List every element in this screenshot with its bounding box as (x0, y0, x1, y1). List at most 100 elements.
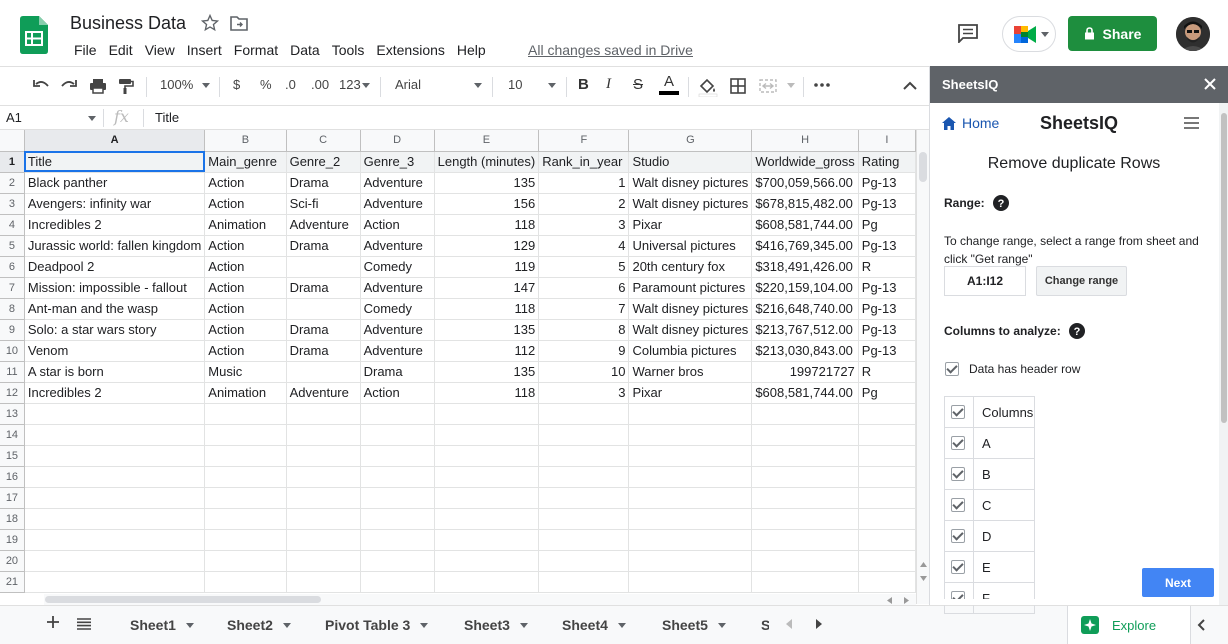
row-header[interactable]: 16 (0, 466, 25, 488)
column-header[interactable]: F (538, 130, 630, 152)
row-header[interactable]: 5 (0, 235, 25, 257)
cell[interactable]: 118 (434, 214, 540, 236)
vertical-scrollbar[interactable] (916, 130, 929, 604)
cell[interactable]: Drama (286, 172, 361, 194)
cell[interactable]: 199721727 (751, 361, 859, 383)
percent-format-button[interactable]: % (260, 77, 272, 92)
row-header[interactable]: 8 (0, 298, 25, 320)
comment-history-icon[interactable] (957, 23, 979, 43)
cell[interactable] (628, 508, 753, 530)
name-box[interactable]: A1 (6, 110, 96, 125)
cell[interactable]: 135 (434, 319, 540, 341)
cell[interactable] (24, 571, 206, 593)
zoom-select[interactable]: 100% (160, 77, 193, 92)
change-range-button[interactable]: Change range (1036, 266, 1127, 296)
row-header[interactable]: 9 (0, 319, 25, 341)
cell[interactable]: Animation (204, 382, 287, 404)
cell[interactable] (434, 403, 540, 425)
cell[interactable] (434, 550, 540, 572)
cell[interactable]: Mission: impossible - fallout (24, 277, 206, 299)
row-header[interactable]: 17 (0, 487, 25, 509)
cell[interactable]: 112 (434, 340, 540, 362)
undo-icon[interactable] (32, 77, 50, 95)
cell[interactable]: Pg-13 (858, 235, 916, 257)
strikethrough-button[interactable]: S (633, 76, 643, 93)
column-header[interactable]: C (286, 130, 361, 152)
cell[interactable]: 156 (434, 193, 540, 215)
cell[interactable]: Warner bros (628, 361, 753, 383)
column-checkbox[interactable] (951, 529, 965, 543)
cell[interactable] (628, 529, 753, 551)
cell[interactable] (204, 550, 287, 572)
row-header[interactable]: 7 (0, 277, 25, 299)
cell[interactable] (858, 550, 916, 572)
row-header[interactable]: 4 (0, 214, 25, 236)
sheet-tab[interactable]: Sheet5 (662, 617, 726, 633)
cell[interactable] (858, 424, 916, 446)
save-status[interactable]: All changes saved in Drive (528, 42, 693, 58)
cell[interactable]: Pg (858, 382, 916, 404)
cell[interactable] (628, 487, 753, 509)
cell[interactable] (286, 529, 361, 551)
cell[interactable]: Action (204, 319, 287, 341)
cell[interactable] (538, 529, 630, 551)
cell[interactable]: Comedy (360, 256, 435, 278)
cell[interactable]: Pixar (628, 214, 753, 236)
cell[interactable]: Deadpool 2 (24, 256, 206, 278)
cell[interactable]: 3 (538, 382, 630, 404)
cell[interactable] (751, 424, 859, 446)
cell[interactable]: Pixar (628, 382, 753, 404)
menu-icon[interactable] (1184, 117, 1199, 129)
cell[interactable] (286, 445, 361, 467)
cell[interactable]: Drama (286, 235, 361, 257)
formula-input[interactable]: Title (155, 110, 179, 125)
cell[interactable]: 4 (538, 235, 630, 257)
menu-format[interactable]: Format (228, 41, 284, 61)
cell[interactable]: Adventure (360, 172, 435, 194)
cell[interactable] (360, 508, 435, 530)
home-link[interactable]: Home (942, 115, 999, 131)
cell[interactable] (628, 466, 753, 488)
cell[interactable] (434, 508, 540, 530)
column-header[interactable]: A (24, 130, 206, 152)
select-all-columns-checkbox[interactable] (951, 405, 965, 419)
cell[interactable]: Comedy (360, 298, 435, 320)
cell[interactable] (628, 571, 753, 593)
cell[interactable]: Walt disney pictures (628, 319, 753, 341)
cell[interactable] (538, 550, 630, 572)
cell[interactable] (858, 571, 916, 593)
cell[interactable]: Drama (286, 277, 361, 299)
sheet-tab[interactable]: Sheet1 (130, 617, 194, 633)
help-icon[interactable]: ? (992, 195, 1009, 211)
range-input[interactable]: A1:I12 (944, 266, 1026, 296)
row-header[interactable]: 12 (0, 382, 25, 404)
cell[interactable] (751, 487, 859, 509)
increase-decimal-button[interactable]: .00 (311, 77, 329, 92)
row-header[interactable]: 3 (0, 193, 25, 215)
sheet-tab[interactable]: S (761, 617, 769, 633)
decrease-decimal-button[interactable]: .0 (285, 77, 296, 92)
cell[interactable]: Animation (204, 214, 287, 236)
cell[interactable]: Pg-13 (858, 298, 916, 320)
cell[interactable] (204, 466, 287, 488)
cell[interactable]: Action (204, 193, 287, 215)
header-row-option[interactable]: Data has header row (945, 362, 1080, 376)
cell[interactable] (751, 550, 859, 572)
cell[interactable] (538, 403, 630, 425)
font-size-select[interactable]: 10 (508, 77, 522, 92)
column-checkbox[interactable] (951, 436, 965, 450)
cell[interactable]: Pg-13 (858, 193, 916, 215)
merge-cells-icon[interactable] (759, 77, 777, 95)
cell[interactable]: Pg (858, 214, 916, 236)
column-header[interactable]: E (434, 130, 540, 152)
scroll-down-icon[interactable] (920, 576, 927, 581)
cell[interactable]: Rank_in_year (538, 151, 630, 173)
row-header[interactable]: 20 (0, 550, 25, 572)
row-header[interactable]: 14 (0, 424, 25, 446)
cell[interactable]: Drama (360, 361, 435, 383)
cell[interactable]: Main_genre (204, 151, 287, 173)
help-icon[interactable]: ? (1068, 323, 1085, 339)
cell[interactable] (858, 508, 916, 530)
redo-icon[interactable] (60, 77, 78, 95)
column-header[interactable]: D (360, 130, 435, 152)
